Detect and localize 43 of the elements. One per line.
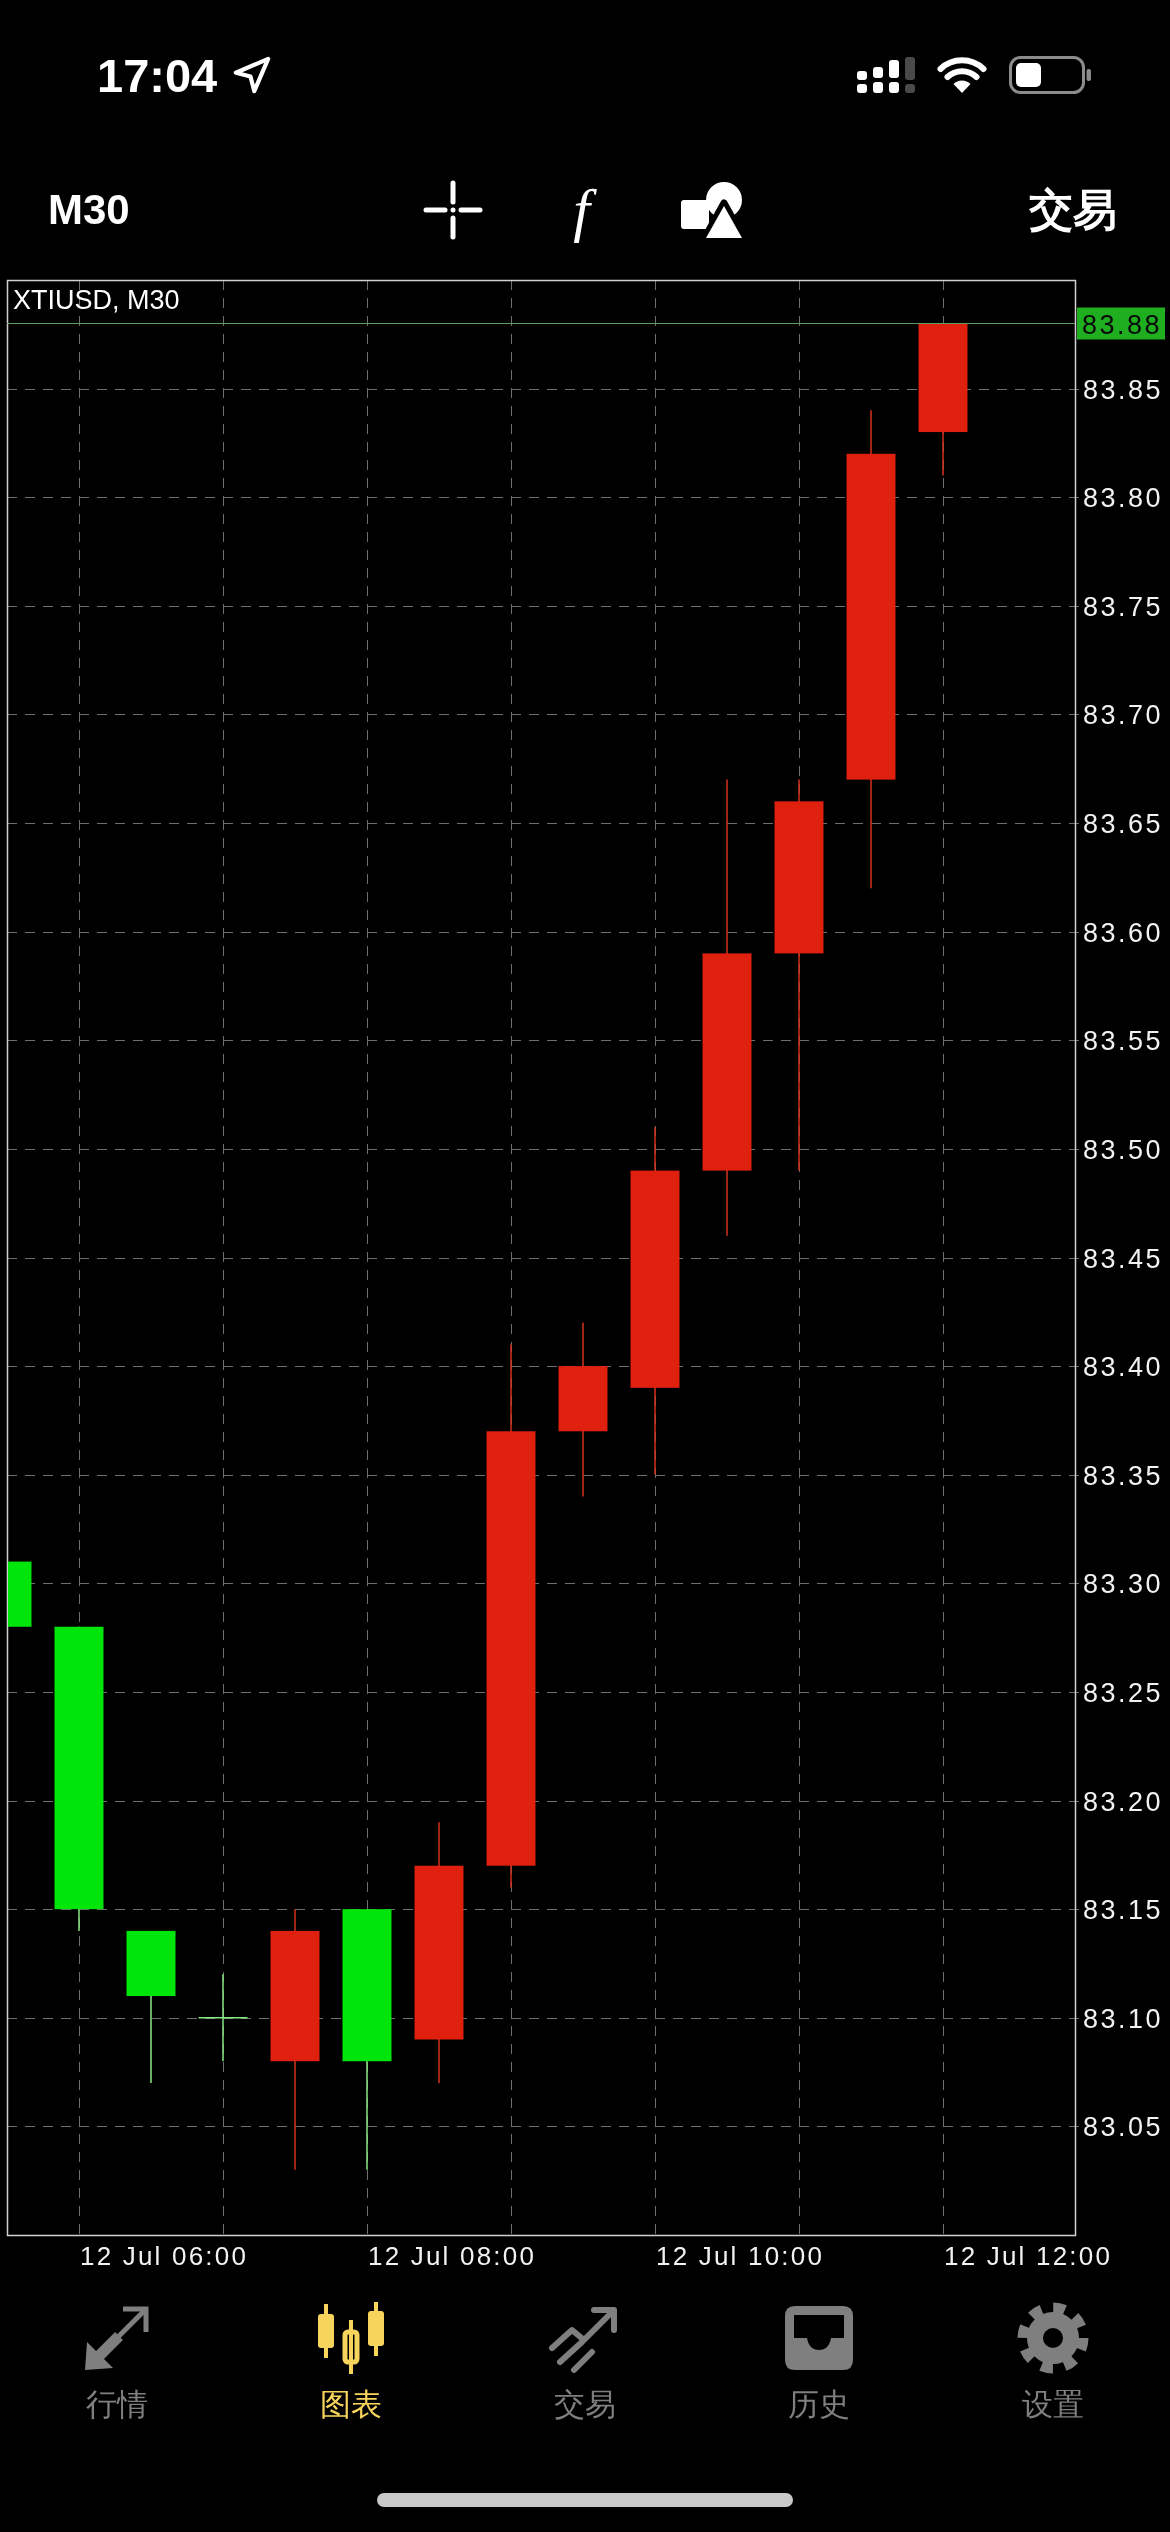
time-axis-label: 12 Jul 06:00 xyxy=(80,2241,249,2271)
crosshair-icon xyxy=(422,180,483,240)
nav-tab[interactable]: 设置 xyxy=(1009,2301,1097,2423)
nav-tab[interactable]: 交易 xyxy=(540,2301,630,2423)
objects-button[interactable] xyxy=(680,181,743,239)
price-axis-label: 83.15 xyxy=(1083,1895,1164,1926)
price-axis-label: 83.10 xyxy=(1083,2003,1164,2034)
settings-icon xyxy=(1017,2302,1089,2374)
time-axis-label: 12 Jul 10:00 xyxy=(656,2241,825,2271)
shapes-icon xyxy=(680,181,743,239)
wifi-icon xyxy=(937,56,987,94)
location-arrow-icon xyxy=(233,56,272,94)
price-axis-label: 83.20 xyxy=(1083,1786,1164,1817)
price-axis-label: 83.60 xyxy=(1083,917,1164,948)
price-axis-label: 83.85 xyxy=(1083,374,1164,405)
time-axis-label: 12 Jul 12:00 xyxy=(944,2241,1113,2271)
price-axis-label: 83.05 xyxy=(1083,2112,1164,2143)
battery-icon xyxy=(1009,56,1091,94)
price-axis-label: 83.45 xyxy=(1083,1243,1164,1274)
function-button[interactable]: f xyxy=(553,168,610,252)
nav-tab[interactable]: 行情 xyxy=(73,2301,161,2423)
trade-button[interactable]: 交易 xyxy=(1029,188,1117,232)
price-axis-label: 83.50 xyxy=(1083,1134,1164,1165)
crosshair-button[interactable] xyxy=(422,180,483,240)
timeframe-button[interactable]: M30 xyxy=(48,189,130,231)
inbox-tray-icon xyxy=(783,2304,855,2372)
status-time: 17:04 xyxy=(97,51,218,99)
price-axis-label: 83.70 xyxy=(1083,700,1164,731)
signal-icon xyxy=(857,57,915,93)
price-axis-label: 83.35 xyxy=(1083,1460,1164,1491)
price-axis-label: 83.30 xyxy=(1083,1569,1164,1600)
price-axis-label: 83.65 xyxy=(1083,809,1164,840)
current-price-tag: 83.88 xyxy=(1077,307,1165,340)
price-axis-label: 83.75 xyxy=(1083,591,1164,622)
price-axis-label: 83.55 xyxy=(1083,1026,1164,1057)
chart-title: XTIUSD, M30 xyxy=(13,285,180,315)
price-axis-label: 83.25 xyxy=(1083,1677,1164,1708)
candle xyxy=(8,1561,32,1627)
time-axis-label: 12 Jul 08:00 xyxy=(368,2241,537,2271)
price-axis-label: 83.40 xyxy=(1083,1352,1164,1383)
price-axis-label: 83.80 xyxy=(1083,483,1164,514)
nav-tab[interactable]: 历史 xyxy=(775,2301,863,2423)
nav-tab[interactable]: 图表 xyxy=(305,2301,397,2423)
